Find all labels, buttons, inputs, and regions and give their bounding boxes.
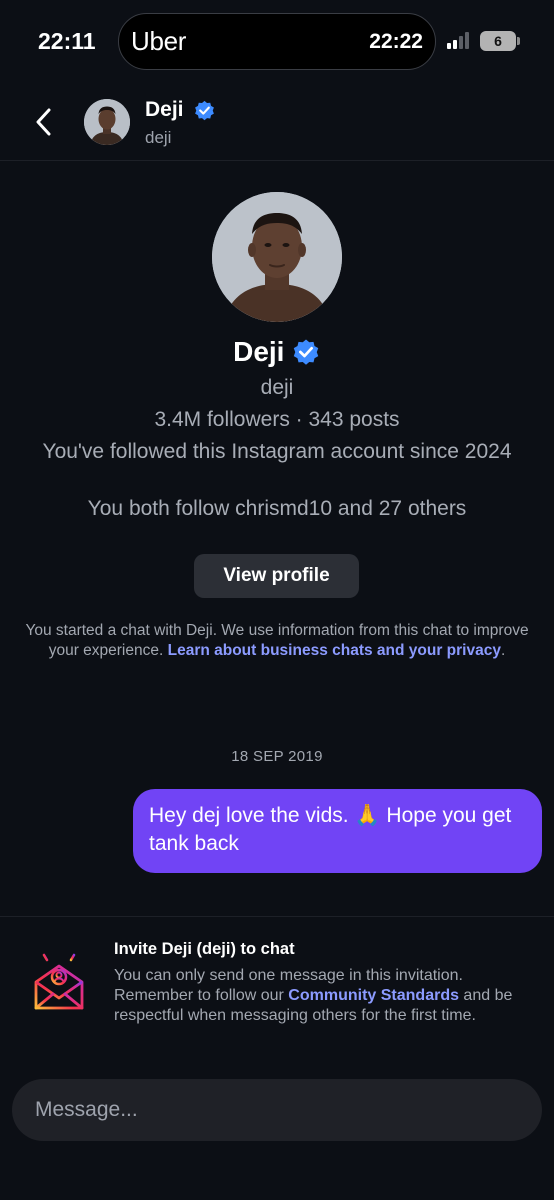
chat-privacy-notice: You started a chat with Deji. We use inf… [20,621,534,661]
chat-header: Deji deji [0,84,554,161]
invite-section: Invite Deji (deji) to chat You can only … [0,916,554,1066]
verified-badge-icon [293,339,319,365]
battery-icon: 6 [480,31,520,51]
avatar-photo-icon [84,99,130,145]
profile-mutual-followers: You both follow chrismd10 and 27 others [87,497,467,520]
profile-username: deji [260,376,294,399]
live-activity-app-name: Uber [131,26,187,56]
profile-name: Deji [233,336,285,367]
header-avatar[interactable] [84,99,130,145]
date-separator: 18 SEP 2019 [231,748,323,765]
sent-message-bubble[interactable]: Hey dej love the vids. 🙏 Hope you get ta… [133,789,542,873]
invite-envelope-icon [34,948,84,1010]
profile-avatar[interactable] [212,192,342,322]
community-standards-link[interactable]: Community Standards [288,987,459,1004]
message-input[interactable] [12,1079,542,1141]
privacy-link[interactable]: Learn about business chats and your priv… [168,642,501,659]
notice-suffix: . [500,642,506,659]
invite-description: You can only send one message in this in… [114,966,526,1026]
profile-followed-since: You've followed this Instagram account s… [42,440,512,463]
dynamic-island-live-activity[interactable]: Uber 22:22 [118,13,436,70]
avatar-photo-icon [212,192,342,322]
view-profile-button[interactable]: View profile [194,554,359,598]
status-bar: 22:11 Uber 22:22 6 [0,0,554,84]
verified-badge-icon [195,100,214,121]
header-name[interactable]: Deji [145,98,184,122]
live-activity-time: 22:22 [369,30,423,53]
invite-title: Invite Deji (deji) to chat [114,940,295,958]
chat-screen: 22:11 Uber 22:22 6 Deji deji Deji deji 3… [0,0,554,1200]
cellular-signal-icon [447,32,473,49]
status-time: 22:11 [38,28,96,54]
chevron-left-icon[interactable] [30,104,60,140]
profile-name-row: Deji [0,336,554,368]
header-username: deji [145,128,172,147]
profile-stats: 3.4M followers · 343 posts [154,408,400,431]
